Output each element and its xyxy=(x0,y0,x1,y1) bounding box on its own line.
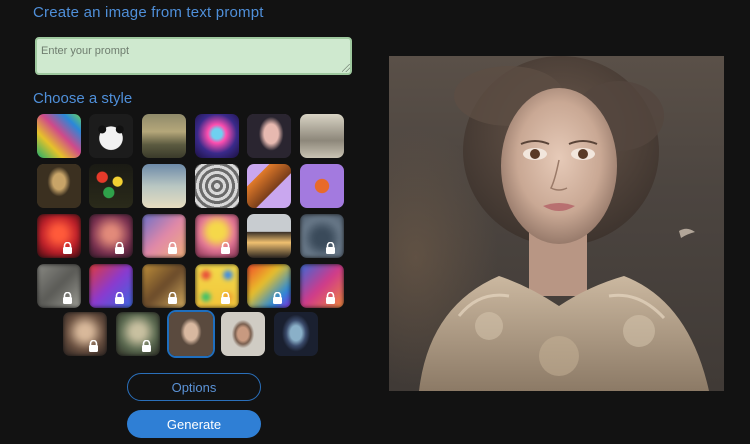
style-heading: Choose a style xyxy=(33,90,133,107)
lock-icon xyxy=(325,292,336,304)
style-thumbnail xyxy=(195,114,239,158)
style-tile-26[interactable] xyxy=(116,312,160,356)
style-thumbnail xyxy=(195,164,239,208)
lock-icon xyxy=(62,242,73,254)
style-tile-9[interactable] xyxy=(142,164,186,208)
lock-icon xyxy=(141,340,152,352)
style-tile-3[interactable] xyxy=(142,114,186,158)
style-tile-8[interactable] xyxy=(89,164,133,208)
style-thumbnail xyxy=(169,312,213,356)
style-tile-5[interactable] xyxy=(247,114,291,158)
style-thumbnail xyxy=(300,114,344,158)
generated-image xyxy=(389,56,724,391)
style-tile-10[interactable] xyxy=(195,164,239,208)
style-tile-22[interactable] xyxy=(195,264,239,308)
lock-icon xyxy=(220,242,231,254)
style-tile-20[interactable] xyxy=(89,264,133,308)
style-tile-21[interactable] xyxy=(142,264,186,308)
resize-grip-icon[interactable] xyxy=(342,64,350,72)
style-grid xyxy=(37,114,357,360)
style-tile-18[interactable] xyxy=(300,214,344,258)
lock-icon xyxy=(167,292,178,304)
style-tile-15[interactable] xyxy=(142,214,186,258)
style-thumbnail xyxy=(195,214,239,258)
options-button[interactable]: Options xyxy=(127,373,261,401)
style-tile-11[interactable] xyxy=(247,164,291,208)
style-tile-29[interactable] xyxy=(274,312,318,356)
style-thumbnail xyxy=(300,164,344,208)
lock-icon xyxy=(114,292,125,304)
lock-icon xyxy=(114,242,125,254)
lock-icon xyxy=(88,340,99,352)
style-tile-17[interactable] xyxy=(247,214,291,258)
style-tile-4[interactable] xyxy=(195,114,239,158)
style-thumbnail xyxy=(274,312,318,356)
style-tile-24[interactable] xyxy=(300,264,344,308)
style-thumbnail xyxy=(142,114,186,158)
style-thumbnail xyxy=(89,214,133,258)
style-thumbnail xyxy=(300,214,344,258)
generate-button[interactable]: Generate xyxy=(127,410,261,438)
lock-icon xyxy=(325,242,336,254)
style-thumbnail xyxy=(221,312,265,356)
style-thumbnail xyxy=(142,164,186,208)
style-thumbnail xyxy=(247,114,291,158)
lock-icon xyxy=(220,292,231,304)
style-tile-27[interactable] xyxy=(169,312,213,356)
style-thumbnail xyxy=(142,264,186,308)
style-tile-23[interactable] xyxy=(247,264,291,308)
style-thumbnail xyxy=(300,264,344,308)
style-thumbnail xyxy=(89,264,133,308)
style-thumbnail xyxy=(142,214,186,258)
style-thumbnail xyxy=(63,312,107,356)
style-thumbnail xyxy=(247,214,291,258)
style-thumbnail xyxy=(37,164,81,208)
style-thumbnail xyxy=(89,164,133,208)
style-tile-28[interactable] xyxy=(221,312,265,356)
style-thumbnail xyxy=(37,114,81,158)
style-tile-2[interactable] xyxy=(89,114,133,158)
style-tile-6[interactable] xyxy=(300,114,344,158)
style-thumbnail xyxy=(247,264,291,308)
style-tile-19[interactable] xyxy=(37,264,81,308)
style-thumbnail xyxy=(37,214,81,258)
style-tile-1[interactable] xyxy=(37,114,81,158)
style-tile-12[interactable] xyxy=(300,164,344,208)
lock-icon xyxy=(167,242,178,254)
style-thumbnail xyxy=(195,264,239,308)
style-thumbnail xyxy=(116,312,160,356)
lock-icon xyxy=(272,292,283,304)
style-tile-25[interactable] xyxy=(63,312,107,356)
style-tile-13[interactable] xyxy=(37,214,81,258)
lock-icon xyxy=(62,292,73,304)
style-thumbnail xyxy=(37,264,81,308)
style-thumbnail xyxy=(247,164,291,208)
style-thumbnail xyxy=(89,114,133,158)
style-tile-14[interactable] xyxy=(89,214,133,258)
prompt-input[interactable] xyxy=(35,37,352,75)
style-tile-16[interactable] xyxy=(195,214,239,258)
style-tile-7[interactable] xyxy=(37,164,81,208)
page-title: Create an image from text prompt xyxy=(33,4,264,21)
